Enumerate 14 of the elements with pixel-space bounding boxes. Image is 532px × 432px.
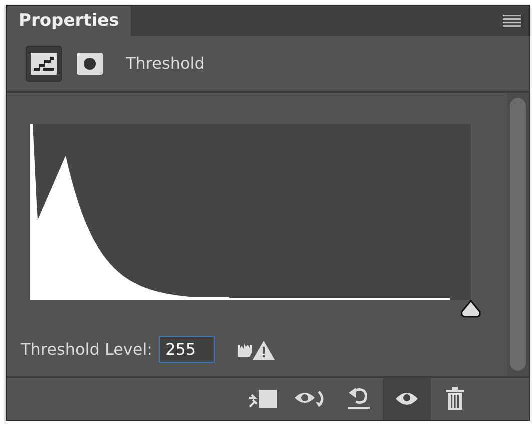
clip-to-layer-icon <box>247 388 279 410</box>
panel-tab[interactable]: Properties <box>7 6 132 36</box>
eye-button[interactable] <box>383 378 431 420</box>
menu-icon[interactable] <box>503 15 521 27</box>
slider-thumb[interactable] <box>460 300 482 318</box>
eye-icon <box>395 391 419 407</box>
threshold-level-field[interactable]: 255 <box>158 336 215 363</box>
warning-icon <box>236 338 277 360</box>
threshold-adjustment-icon[interactable] <box>26 46 62 82</box>
adjustment-title: Threshold <box>126 52 205 74</box>
reset-icon <box>346 387 372 411</box>
trash-icon <box>445 387 465 411</box>
scrollbar[interactable] <box>507 93 529 376</box>
threshold-level-label: Threshold Level: <box>21 338 153 360</box>
